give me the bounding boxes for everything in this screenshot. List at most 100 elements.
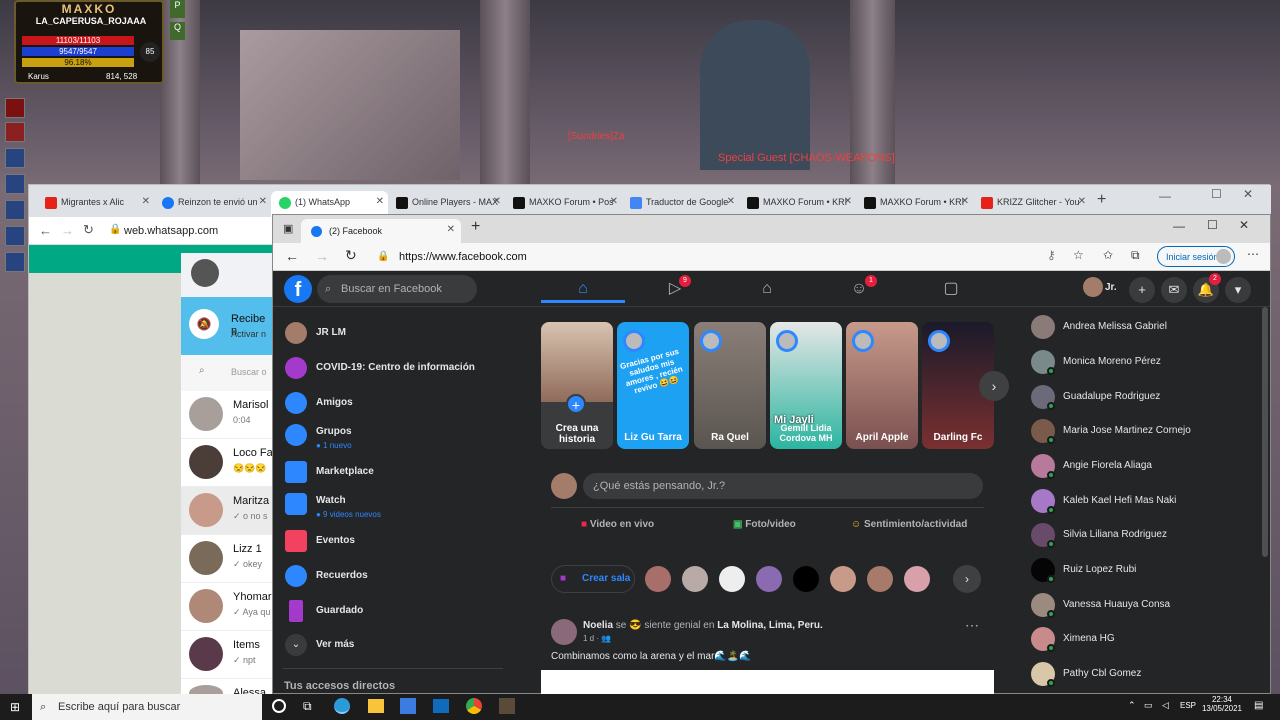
search-input[interactable]: Buscar o — [231, 367, 267, 377]
avatar[interactable] — [645, 566, 671, 592]
contact-item[interactable]: Vanessa Huauya Consa — [1031, 589, 1261, 623]
post-options-icon[interactable]: ⋯ — [965, 617, 979, 634]
story-create[interactable]: + Crea una historia — [541, 322, 613, 449]
create-button[interactable]: + — [1129, 277, 1155, 303]
avatar[interactable] — [682, 566, 708, 592]
reload-icon[interactable]: ↻ — [345, 247, 357, 264]
signin-button[interactable]: Iniciar sesión — [1157, 246, 1235, 267]
search-input[interactable]: ⌕ Buscar en Facebook — [317, 275, 477, 303]
account-button[interactable]: ▾ — [1225, 277, 1251, 303]
tab-actions-icon[interactable]: ▣ — [283, 222, 293, 235]
key-icon[interactable]: ⚷ — [1047, 248, 1056, 262]
contact-item[interactable]: Kaleb Kael Hefi Mas Naki — [1031, 485, 1261, 519]
avatar[interactable] — [830, 566, 856, 592]
more-icon[interactable]: ⋯ — [1247, 247, 1259, 261]
notifications-button[interactable]: 🔔 2 — [1193, 273, 1221, 303]
tab-youtube[interactable]: Migrantes x Alic ✕ — [37, 191, 154, 217]
forward-icon[interactable]: → — [61, 223, 74, 238]
nav-friends[interactable]: Amigos — [283, 386, 503, 420]
minimize-button[interactable]: — — [1159, 189, 1171, 203]
skill-slot[interactable] — [5, 174, 25, 194]
back-icon[interactable]: ← — [39, 223, 52, 238]
contact-item[interactable]: Silvia Liliana Rodriguez — [1031, 519, 1261, 553]
facebook-logo[interactable]: f — [284, 275, 312, 303]
post-author[interactable]: Noelia — [583, 620, 613, 631]
story-card[interactable]: April Apple — [846, 322, 918, 449]
nav-covid[interactable]: COVID-19: Centro de información — [283, 351, 503, 385]
contact-item[interactable]: Ximena HG — [1031, 623, 1261, 657]
nav-see-more[interactable]: ⌄ Ver más — [283, 628, 503, 662]
edge-icon[interactable] — [334, 698, 350, 714]
favorites-icon[interactable]: ✩ — [1103, 248, 1113, 262]
post-image[interactable] — [541, 670, 994, 695]
p-button[interactable]: P — [170, 0, 185, 18]
avatar[interactable] — [867, 566, 893, 592]
chrome-icon[interactable] — [466, 698, 482, 714]
notification-banner[interactable]: 🔕 Recibe n Activar n — [181, 297, 273, 355]
skill-slot[interactable] — [5, 252, 25, 272]
feeling-button[interactable]: ☺ Sentimiento/actividad — [851, 519, 967, 530]
volume-icon[interactable]: ◁ — [1162, 700, 1169, 711]
wa-chat-item[interactable]: Maritza ✓ o no s — [181, 487, 273, 535]
maximize-button[interactable]: ☐ — [1211, 187, 1222, 201]
url-field[interactable]: 🔒 https://www.facebook.com — [369, 248, 1059, 266]
task-view-icon[interactable]: ⧉ — [303, 699, 312, 714]
store-icon[interactable] — [400, 698, 416, 714]
avatar[interactable] — [1083, 277, 1103, 297]
contact-item[interactable]: Guadalupe Rodriguez — [1031, 381, 1261, 415]
avatar[interactable] — [793, 566, 819, 592]
scrollbar[interactable] — [1262, 307, 1268, 557]
collections-icon[interactable]: ⧉ — [1131, 248, 1140, 263]
new-tab-button[interactable]: + — [1097, 191, 1106, 209]
nav-events[interactable]: Eventos — [283, 524, 503, 558]
create-room-button[interactable]: ■ Crear sala — [551, 565, 635, 593]
story-card[interactable]: Ra Quel — [694, 322, 766, 449]
messenger-button[interactable]: ✉ — [1161, 277, 1187, 303]
stories-next-button[interactable]: › — [979, 371, 1009, 401]
action-center-icon[interactable]: ▤ — [1254, 700, 1263, 711]
skill-slot[interactable] — [5, 226, 25, 246]
nav-groups[interactable]: ☺ 1 — [817, 275, 901, 303]
skill-slot[interactable] — [5, 122, 25, 142]
skill-slot[interactable] — [5, 148, 25, 168]
back-icon[interactable]: ← — [285, 248, 299, 264]
windows-start-icon[interactable]: ⊞ — [10, 700, 24, 714]
post-input[interactable]: ¿Qué estás pensando, Jr.? — [583, 473, 983, 499]
minimize-button[interactable]: — — [1173, 219, 1185, 233]
nav-watch[interactable]: Watch ● 9 videos nuevos — [283, 487, 503, 521]
tab-facebook[interactable]: (2) Facebook ✕ — [301, 219, 461, 243]
taskbar-search[interactable]: ⌕ Escribe aquí para buscar — [32, 694, 262, 720]
avatar[interactable] — [904, 566, 930, 592]
tab-facebook[interactable]: Reinzon te envió un ✕ — [154, 191, 271, 217]
story-card[interactable]: Mi Jayli Gemill Lidia Cordova MH — [770, 322, 842, 449]
rooms-next-button[interactable]: › — [953, 565, 981, 593]
mail-icon[interactable] — [433, 699, 449, 713]
post-time[interactable]: 1 d · 👥 — [583, 634, 611, 643]
cortana-icon[interactable] — [272, 699, 286, 713]
nav-home[interactable]: ⌂ — [541, 275, 625, 303]
q-button[interactable]: Q — [170, 22, 185, 40]
story-card[interactable]: Gracias por sus saludos mis amores , rec… — [617, 322, 689, 449]
nav-memories[interactable]: Recuerdos — [283, 559, 503, 593]
nav-marketplace[interactable]: ⌂ — [725, 275, 809, 303]
avatar[interactable] — [756, 566, 782, 592]
wa-chat-item[interactable]: Marisol 0:04 — [181, 391, 273, 439]
avatar[interactable] — [719, 566, 745, 592]
wa-chat-item[interactable]: Lizz 1 ✓ okey — [181, 535, 273, 583]
nav-groups[interactable]: Grupos ● 1 nuevo — [283, 418, 503, 452]
clock[interactable]: 22:34 13/05/2021 — [1200, 695, 1244, 713]
avatar[interactable] — [191, 259, 219, 287]
contact-item[interactable]: Pathy Cbl Gomez — [1031, 658, 1261, 692]
nav-profile[interactable]: JR LM — [283, 316, 503, 350]
live-video-button[interactable]: ■ Video en vivo — [581, 519, 654, 530]
nav-watch[interactable]: ▷ 9 — [633, 275, 717, 303]
nav-marketplace[interactable]: Marketplace — [283, 455, 503, 489]
contact-item[interactable]: Monica Moreno Pérez — [1031, 346, 1261, 380]
contact-item[interactable]: Ruiz Lopez Rubi — [1031, 554, 1261, 588]
new-tab-button[interactable]: + — [471, 218, 480, 236]
skill-slot[interactable] — [5, 98, 25, 118]
url-text[interactable]: web.whatsapp.com — [124, 225, 218, 237]
maximize-button[interactable]: ☐ — [1207, 218, 1218, 232]
post-place[interactable]: La Molina, Lima, Peru. — [717, 620, 823, 631]
wa-chat-item[interactable]: Alessa — [181, 679, 273, 701]
